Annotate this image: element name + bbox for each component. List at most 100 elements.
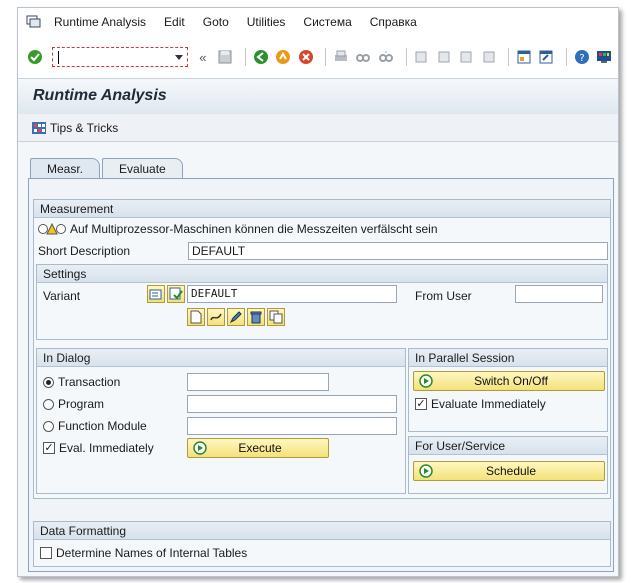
transaction-input[interactable] [187, 373, 329, 391]
execute-label: Execute [238, 441, 282, 455]
function-module-radio[interactable] [43, 420, 54, 432]
settings-group: Settings Variant DEFAULT From User [36, 264, 608, 340]
evaluate-immediately-row[interactable]: ✓ Evaluate Immediately [415, 397, 546, 411]
data-formatting-group-title: Data Formatting [34, 522, 610, 540]
from-user-input[interactable] [515, 285, 603, 303]
transaction-label: Transaction [58, 375, 121, 389]
measurement-group: Measurement Auf Multiprozessor-Maschinen… [33, 199, 611, 499]
layout-icon[interactable] [596, 48, 613, 66]
variant-label: Variant [43, 289, 80, 303]
function-module-label: Function Module [58, 419, 147, 433]
delete-variant-icon[interactable] [247, 308, 265, 326]
in-dialog-group: In Dialog Transaction Program Function M… [36, 348, 406, 494]
menu-system[interactable]: Система [303, 15, 351, 29]
eval-immediately-row[interactable]: ✓ Eval. Immediately [43, 441, 154, 455]
switch-icon [419, 374, 433, 388]
schedule-button[interactable]: Schedule [413, 461, 605, 481]
prev-page-icon[interactable] [435, 48, 452, 66]
chevron-down-icon[interactable] [175, 55, 184, 60]
help-icon[interactable]: ? [573, 48, 590, 66]
switch-on-off-button[interactable]: Switch On/Off [413, 371, 605, 391]
title-bar: Runtime Analysis [18, 78, 618, 114]
determine-names-checkbox[interactable] [40, 547, 52, 559]
execute-button[interactable]: Execute [187, 438, 329, 458]
short-description-label-text: Short Description [38, 244, 131, 258]
tips-tricks-button[interactable]: Tips & Tricks [50, 121, 118, 135]
schedule-icon [419, 464, 433, 478]
transaction-radio[interactable] [43, 376, 54, 388]
collapse-icon[interactable]: « [194, 48, 211, 66]
page-title: Runtime Analysis [33, 87, 167, 104]
switch-on-off-label: Switch On/Off [474, 374, 548, 388]
evaluate-immediately-label: Evaluate Immediately [431, 397, 546, 411]
create-variant-icon[interactable] [187, 308, 205, 326]
text-caret [58, 51, 60, 64]
menu-goto[interactable]: Goto [203, 15, 229, 29]
determine-names-label: Determine Names of Internal Tables [56, 546, 248, 560]
measurement-group-title: Measurement [34, 200, 610, 218]
find-next-icon[interactable] [377, 48, 394, 66]
find-icon[interactable] [355, 48, 372, 66]
variant-input[interactable]: DEFAULT [187, 285, 397, 303]
eval-immediately-checkbox[interactable]: ✓ [43, 442, 55, 454]
from-user-label-text: From User [415, 289, 472, 303]
tab-evaluate-label: Evaluate [119, 161, 166, 176]
program-radio-row[interactable]: Program [43, 397, 104, 411]
program-label: Program [58, 397, 105, 411]
parallel-session-group-title: In Parallel Session [409, 349, 607, 367]
tab-panel: Measurement Auf Multiprozessor-Maschinen… [28, 178, 614, 572]
variant-label-text: Variant [43, 289, 81, 303]
menu-help[interactable]: Справка [370, 15, 417, 29]
first-page-icon[interactable] [413, 48, 430, 66]
program-input[interactable] [187, 395, 397, 413]
print-icon[interactable] [332, 48, 349, 66]
warning-row: Auf Multiprozessor-Maschinen können die … [38, 222, 438, 236]
tab-measurement-label: Measr. [47, 161, 84, 176]
svg-text:?: ? [579, 53, 584, 64]
in-dialog-group-title: In Dialog [37, 349, 405, 367]
command-field[interactable] [52, 47, 189, 67]
eval-immediately-label: Eval. Immediately [59, 441, 154, 455]
parallel-session-group: In Parallel Session Switch On/Off ✓ Eval… [408, 348, 608, 432]
data-formatting-group: Data Formatting Determine Names of Inter… [33, 521, 611, 567]
program-radio[interactable] [43, 398, 54, 410]
warning-text: Auf Multiprozessor-Maschinen können die … [70, 222, 438, 236]
enter-icon[interactable] [26, 48, 43, 66]
shortcut-icon[interactable] [538, 48, 555, 66]
evaluate-immediately-checkbox[interactable]: ✓ [415, 398, 427, 410]
copy-variant-icon[interactable] [267, 308, 285, 326]
cancel-icon[interactable] [297, 48, 314, 66]
variant-display-button[interactable] [147, 285, 165, 303]
exit-icon[interactable] [274, 48, 291, 66]
function-module-radio-row[interactable]: Function Module [43, 419, 147, 433]
application-toolbar: Tips & Tricks [18, 114, 618, 142]
short-description-label: Short Description [38, 244, 130, 258]
tab-evaluate[interactable]: Evaluate [102, 158, 183, 178]
warning-triangle-icon [38, 223, 66, 235]
change-variant-icon[interactable] [207, 308, 225, 326]
menu-utilities[interactable]: Utilities [247, 15, 286, 29]
settings-group-title: Settings [37, 265, 607, 283]
save-icon[interactable] [217, 48, 234, 66]
tab-measurement[interactable]: Measr. [30, 158, 101, 178]
user-service-group: For User/Service Schedule [408, 436, 608, 494]
variant-select-button[interactable] [167, 285, 185, 303]
last-page-icon[interactable] [480, 48, 497, 66]
transaction-radio-row[interactable]: Transaction [43, 375, 120, 389]
schedule-label: Schedule [485, 464, 537, 478]
execute-icon [193, 441, 207, 455]
sap-window: Runtime Analysis Edit Goto Utilities Сис… [17, 7, 619, 577]
edit-variant-icon[interactable] [227, 308, 245, 326]
back-icon[interactable] [252, 48, 269, 66]
function-module-input[interactable] [187, 417, 397, 435]
next-page-icon[interactable] [457, 48, 474, 66]
main-content: Measr. Evaluate Measurement Auf Multipro… [18, 142, 618, 576]
tab-strip: Measr. Evaluate [30, 158, 185, 178]
menu-edit[interactable]: Edit [164, 15, 185, 29]
system-menu-icon[interactable] [26, 15, 42, 29]
create-session-icon[interactable] [515, 48, 532, 66]
determine-names-row[interactable]: Determine Names of Internal Tables [40, 546, 247, 560]
short-description-input[interactable]: DEFAULT [188, 242, 608, 260]
menu-runtime-analysis[interactable]: Runtime Analysis [54, 15, 146, 29]
user-service-group-title: For User/Service [409, 437, 607, 455]
